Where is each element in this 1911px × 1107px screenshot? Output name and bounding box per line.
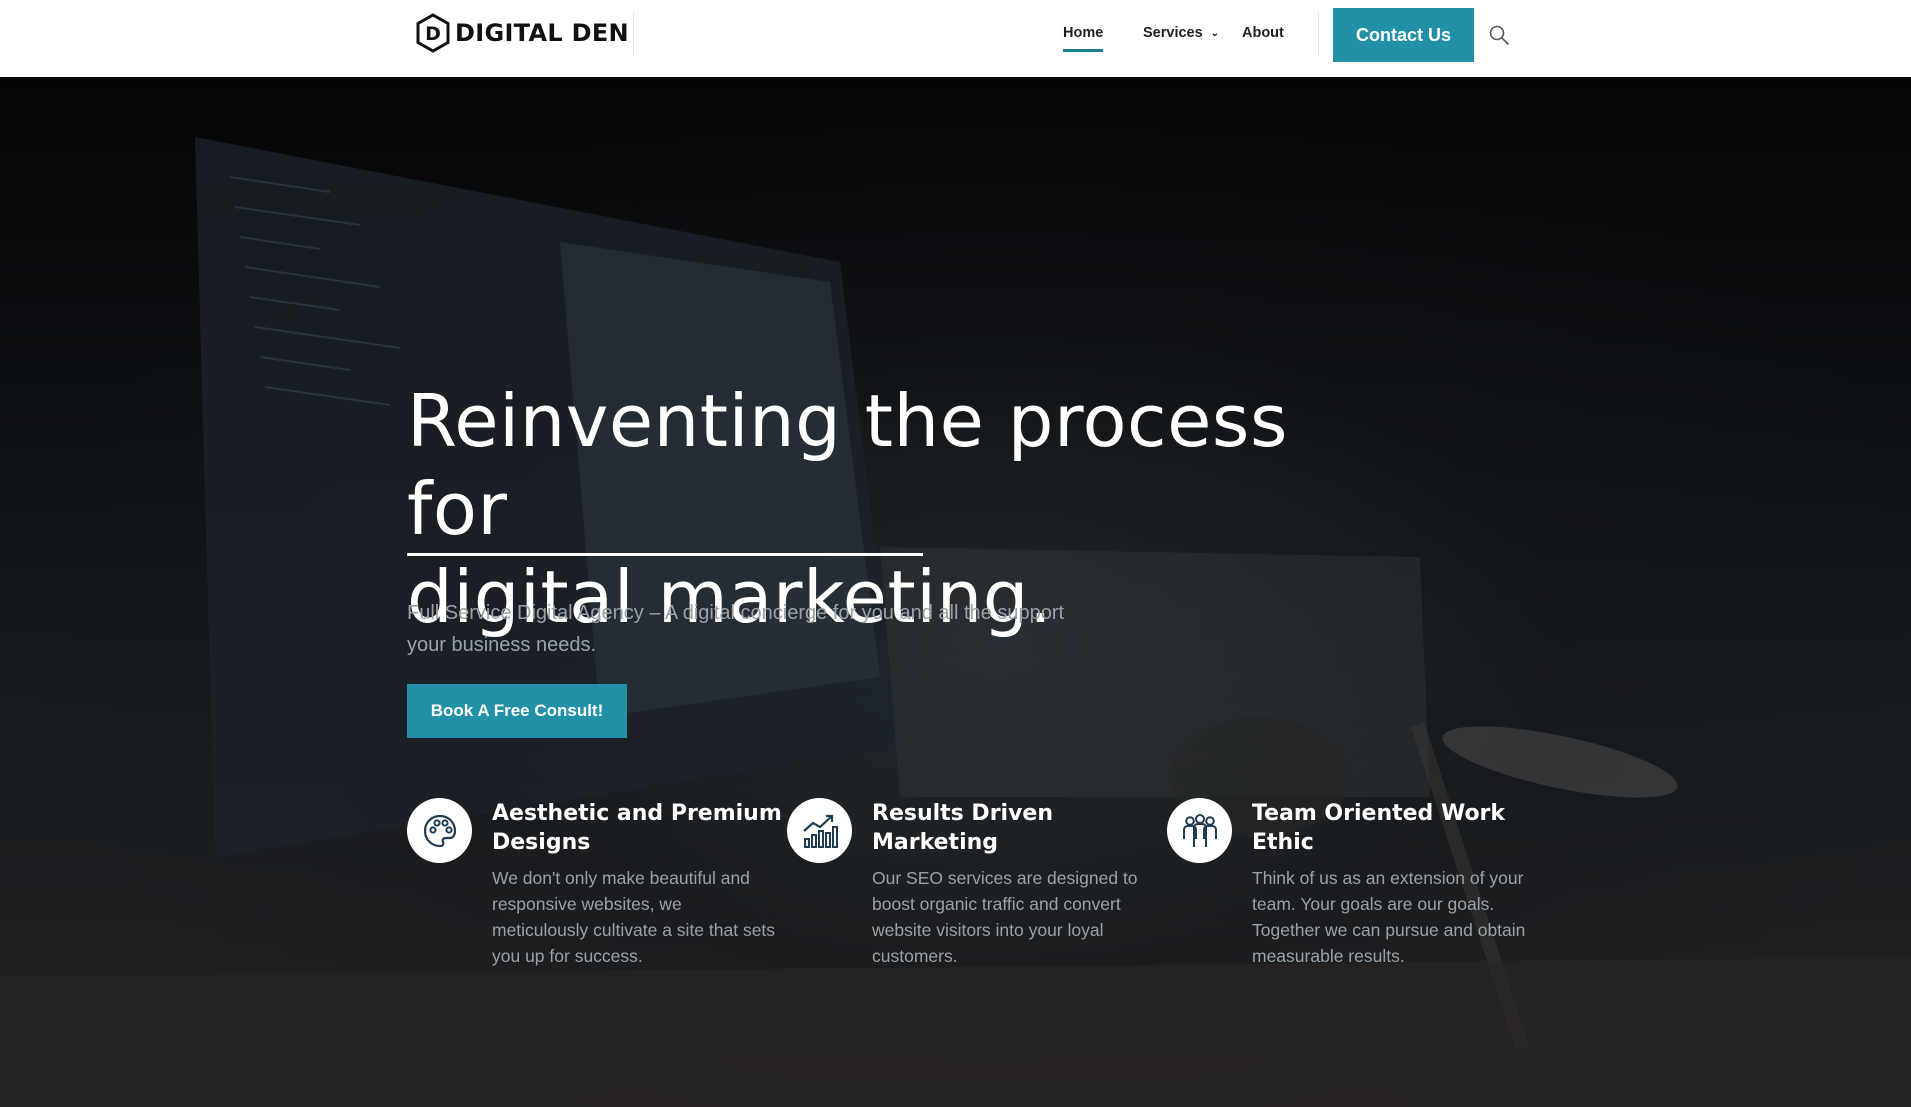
chart-growth-icon [802, 814, 838, 848]
site-header: D DIGITAL DEN Home Services ⌄ About Cont… [0, 0, 1911, 77]
svg-text:D: D [425, 23, 441, 45]
feature-title: Team Oriented Work Ethic [1252, 801, 1506, 855]
chevron-down-icon: ⌄ [1210, 27, 1220, 39]
brand-logo[interactable]: D DIGITAL DEN [415, 13, 629, 53]
brand-name: DIGITAL DEN [455, 19, 629, 47]
nav-services-link[interactable]: Services ⌄ [1143, 25, 1219, 41]
feature-text: Our SEO services are designed to boost o… [872, 868, 1138, 966]
team-icon [1182, 813, 1217, 847]
hero-title-underline [407, 553, 923, 556]
nav-about-link[interactable]: About [1242, 25, 1284, 41]
nav-active-indicator [1063, 49, 1103, 52]
feature-title: Aesthetic and Premium Designs [492, 801, 782, 855]
header-divider-right [1318, 12, 1319, 57]
hero-subtitle: Full Service Digital Agency – A digital … [407, 602, 1065, 656]
logo-hexagon-icon: D [416, 13, 450, 53]
feature-icon-circle [407, 798, 472, 863]
feature-title: Results Driven Marketing [872, 801, 1054, 855]
book-consult-button[interactable]: Book A Free Consult! [407, 684, 627, 738]
search-icon[interactable] [1488, 24, 1510, 46]
feature-text: Think of us as an extension of your team… [1252, 868, 1526, 966]
feature-icon-circle [1167, 798, 1232, 863]
nav-home-link[interactable]: Home [1063, 25, 1103, 41]
feature-text: We don't only make beautiful and respons… [492, 868, 776, 966]
contact-us-button[interactable]: Contact Us [1333, 8, 1474, 62]
nav-services-label: Services [1143, 25, 1203, 41]
palette-icon [423, 814, 456, 847]
hero-section: Reinventing the process for digital mark… [0, 77, 1911, 1107]
header-divider-left [633, 12, 634, 57]
feature-icon-circle [787, 798, 852, 863]
hero-title-line-1: Reinventing the process for [407, 379, 1288, 551]
